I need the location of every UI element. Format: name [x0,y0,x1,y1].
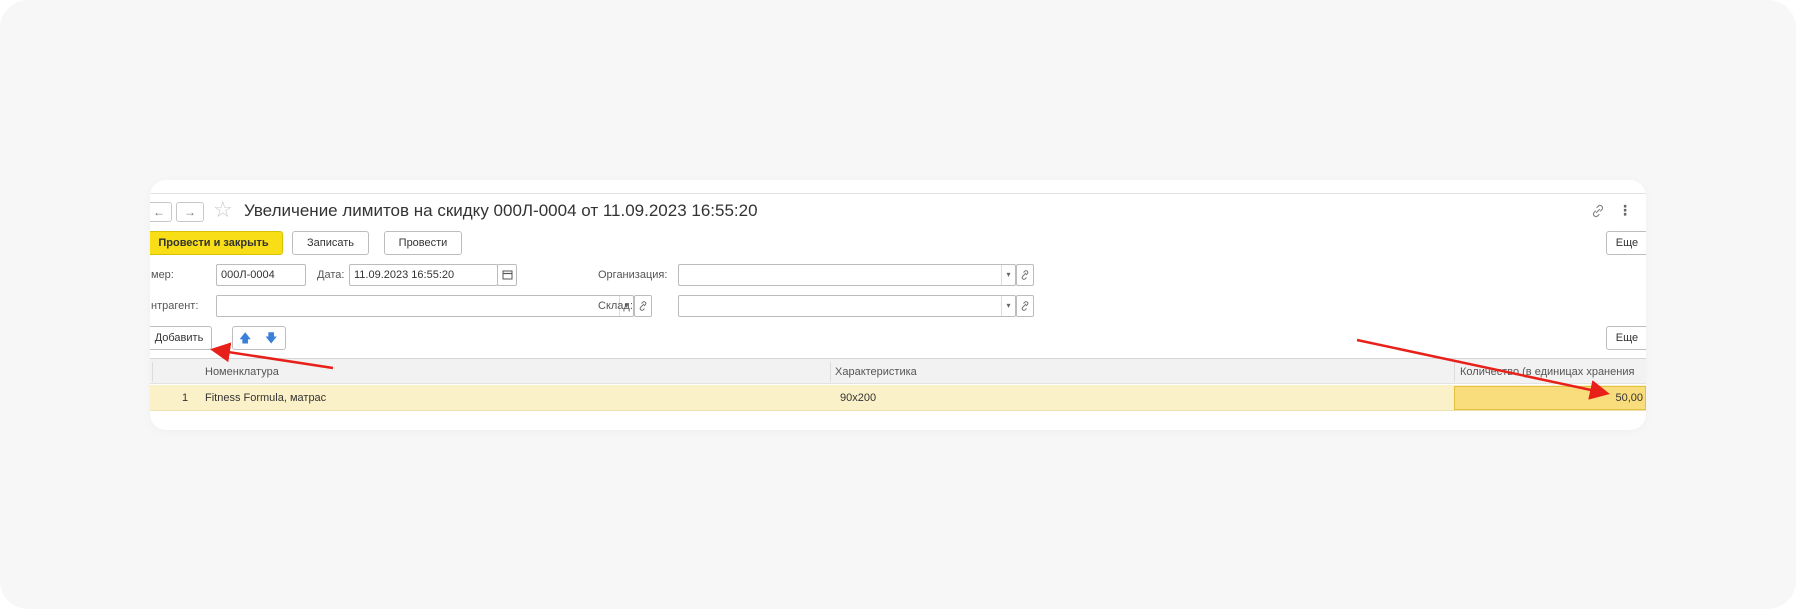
document-window: ← → ☆ Увеличение лимитов на скидку 000Л-… [150,180,1646,430]
annotation-arrow-add-button [210,342,334,370]
annotation-arrow-quantity [1356,338,1610,400]
screenshot-background: ← → ☆ Увеличение лимитов на скидку 000Л-… [0,0,1796,609]
annotation-arrows [210,338,1610,400]
